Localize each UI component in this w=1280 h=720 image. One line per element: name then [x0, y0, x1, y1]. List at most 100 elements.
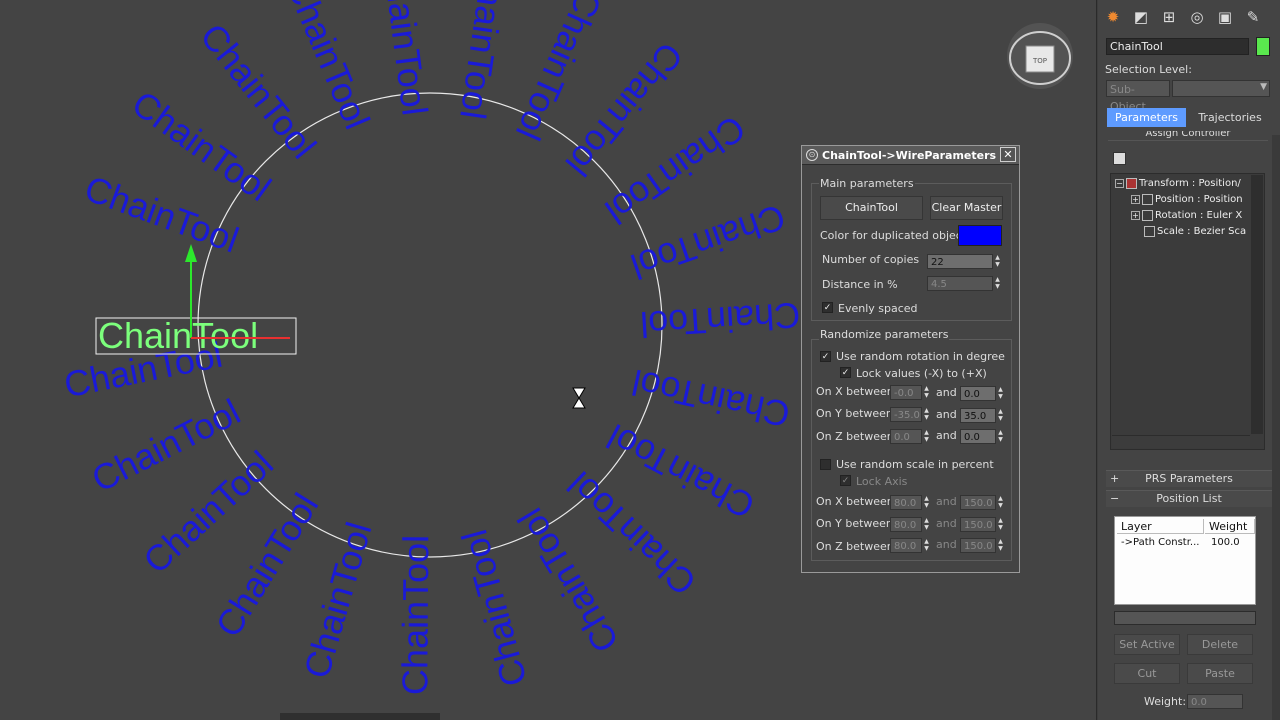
rot-y-min-spinner[interactable]: -35.0 ▲ ▼	[890, 407, 932, 422]
rot-x-min-spinner[interactable]: -0.0 ▲ ▼	[890, 385, 932, 400]
rot-x-max-field[interactable]: 0.0	[960, 386, 996, 401]
scale-z-max-arrows[interactable]: ▲ ▼	[996, 538, 1005, 553]
rot-y-min-arrows[interactable]: ▲ ▼	[922, 407, 931, 422]
copies-field[interactable]: 22	[927, 254, 993, 269]
layer-weight-cell[interactable]: 100.0	[1211, 537, 1240, 548]
layer-name-cell[interactable]: ->Path Constr...	[1121, 537, 1199, 548]
cut-button[interactable]: Cut	[1114, 663, 1180, 684]
controller-tree[interactable]: − Transform : Position/ + Position : Posit…	[1110, 173, 1265, 450]
rot-x-max-arrows[interactable]: ▲ ▼	[996, 386, 1005, 401]
scale-y-and: and	[936, 517, 957, 530]
layer-name-field[interactable]	[1114, 611, 1256, 625]
tree-item-transform[interactable]: − Transform : Position/	[1115, 176, 1241, 191]
utilities-tab-icon[interactable]: ✎	[1242, 6, 1264, 28]
rot-x-max-spinner[interactable]: 0.0 ▲ ▼	[960, 386, 1006, 401]
evenly-spaced-checkbox[interactable]: ✓	[822, 302, 833, 313]
panel-scrollbar[interactable]	[1272, 135, 1280, 720]
distance-spinner[interactable]: 4.5 ▲ ▼	[927, 276, 1003, 291]
rot-x-min-arrows[interactable]: ▲ ▼	[922, 385, 931, 400]
scale-y-max-spinner[interactable]: 150.0 ▲ ▼	[960, 517, 1006, 532]
selected-master-object[interactable]: ChainTool	[95, 244, 297, 356]
scale-y-max-field[interactable]: 150.0	[960, 517, 996, 532]
rot-z-max-field[interactable]: 0.0	[960, 429, 996, 444]
chaintool-button[interactable]: ChainTool	[820, 196, 923, 220]
copies-arrows[interactable]: ▲ ▼	[993, 254, 1002, 269]
chaintool-copy[interactable]: ChainTool	[453, 525, 535, 690]
close-button[interactable]: ✕	[1000, 147, 1016, 162]
random-scale-checkbox[interactable]	[820, 459, 831, 470]
object-name-field[interactable]: ChainTool	[1106, 38, 1249, 55]
rot-z-min-spinner[interactable]: 0.0 ▲ ▼	[890, 429, 932, 444]
prs-parameters-rollout[interactable]: + PRS Parameters	[1106, 470, 1272, 487]
clear-master-button[interactable]: Clear Master	[930, 196, 1003, 220]
random-rotation-checkbox[interactable]: ✓	[820, 351, 831, 362]
rot-z-min-arrows[interactable]: ▲ ▼	[922, 429, 931, 444]
scale-z-max-field[interactable]: 150.0	[960, 538, 996, 553]
layer-column-header[interactable]: Layer	[1117, 519, 1204, 534]
create-tab-icon[interactable]: ✹	[1102, 6, 1124, 28]
scale-x-max-field[interactable]: 150.0	[960, 495, 996, 510]
trajectories-tab[interactable]: Trajectories	[1192, 108, 1268, 127]
weight-field[interactable]: 0.0	[1187, 694, 1243, 709]
rot-y-max-arrows[interactable]: ▲ ▼	[996, 408, 1005, 423]
scale-z-min-spinner[interactable]: 80.0 ▲ ▼	[890, 538, 932, 553]
rot-y-max-field[interactable]: 35.0	[960, 408, 996, 423]
chaintool-copy[interactable]: ChainTool	[374, 0, 435, 118]
set-active-button[interactable]: Set Active	[1114, 634, 1180, 655]
scale-y-max-arrows[interactable]: ▲ ▼	[996, 517, 1005, 532]
collapse-icon[interactable]: −	[1115, 178, 1124, 188]
display-tab-icon[interactable]: ▣	[1214, 6, 1236, 28]
rot-y-min-field[interactable]: -35.0	[890, 407, 922, 422]
scale-z-min-field[interactable]: 80.0	[890, 538, 922, 553]
scale-y-min-spinner[interactable]: 80.0 ▲ ▼	[890, 517, 932, 532]
scale-z-min-arrows[interactable]: ▲ ▼	[922, 538, 931, 553]
expand-icon[interactable]: +	[1131, 210, 1140, 220]
scale-x-min-field[interactable]: 80.0	[890, 495, 922, 510]
chaintool-copy[interactable]: ChainTool	[394, 535, 436, 695]
expand-icon[interactable]: +	[1131, 194, 1140, 204]
scale-y-min-field[interactable]: 80.0	[890, 517, 922, 532]
tree-horizontal-scrollbar[interactable]	[1112, 435, 1250, 448]
distance-field[interactable]: 4.5	[927, 276, 993, 291]
sub-object-dropdown[interactable]: ▼	[1172, 80, 1270, 97]
chaintool-copy[interactable]: ChainTool	[296, 518, 380, 683]
viewcube[interactable]: TOP	[1007, 23, 1073, 89]
copies-spinner[interactable]: 22 ▲ ▼	[927, 254, 1003, 269]
chaintool-copy[interactable]: ChainTool	[639, 295, 801, 346]
scale-x-max-spinner[interactable]: 150.0 ▲ ▼	[960, 495, 1006, 510]
tree-item-position[interactable]: + Position : Position	[1131, 192, 1257, 207]
assign-controller-rollout[interactable]: Assign Controller	[1108, 131, 1268, 141]
chaintool-copy[interactable]: ChainTool	[628, 361, 793, 435]
scale-x-max-arrows[interactable]: ▲ ▼	[996, 495, 1005, 510]
rot-y-max-spinner[interactable]: 35.0 ▲ ▼	[960, 408, 1006, 423]
layer-list[interactable]: Layer Weight ->Path Constr... 100.0	[1114, 516, 1256, 605]
scale-x-min-spinner[interactable]: 80.0 ▲ ▼	[890, 495, 932, 510]
scale-z-max-spinner[interactable]: 150.0 ▲ ▼	[960, 538, 1006, 553]
tree-item-rotation[interactable]: + Rotation : Euler X	[1131, 208, 1257, 223]
dialog-titlebar[interactable]: ⊙ ChainTool->WireParameters	[802, 146, 1019, 165]
rot-z-max-spinner[interactable]: 0.0 ▲ ▼	[960, 429, 1006, 444]
rot-z-max-arrows[interactable]: ▲ ▼	[996, 429, 1005, 444]
scale-x-min-arrows[interactable]: ▲ ▼	[922, 495, 931, 510]
object-color-swatch[interactable]	[1256, 37, 1270, 56]
sub-object-button[interactable]: Sub-Object	[1106, 80, 1170, 113]
hierarchy-tab-icon[interactable]: ⊞	[1158, 6, 1180, 28]
delete-button[interactable]: Delete	[1187, 634, 1253, 655]
scale-y-min-arrows[interactable]: ▲ ▼	[922, 517, 931, 532]
rot-x-min-field[interactable]: -0.0	[890, 385, 922, 400]
modify-tab-icon[interactable]: ◩	[1130, 6, 1152, 28]
rot-z-min-field[interactable]: 0.0	[890, 429, 922, 444]
weight-column-header[interactable]: Weight	[1205, 519, 1255, 534]
paste-button[interactable]: Paste	[1187, 663, 1253, 684]
lock-values-checkbox[interactable]: ✓	[840, 367, 851, 378]
parameters-tab[interactable]: Parameters	[1107, 108, 1186, 127]
copy-color-swatch[interactable]	[958, 225, 1002, 246]
tree-vertical-scrollbar[interactable]	[1251, 175, 1263, 434]
master-chaintool-text[interactable]: ChainTool	[98, 315, 258, 356]
distance-arrows[interactable]: ▲ ▼	[993, 276, 1002, 291]
lock-axis-checkbox[interactable]: ✓	[840, 475, 851, 486]
position-list-rollout[interactable]: − Position List	[1106, 490, 1272, 507]
assign-controller-icon[interactable]	[1113, 152, 1126, 165]
chaintool-copy[interactable]: ChainTool	[452, 0, 516, 122]
motion-tab-icon[interactable]: ◎	[1186, 6, 1208, 28]
